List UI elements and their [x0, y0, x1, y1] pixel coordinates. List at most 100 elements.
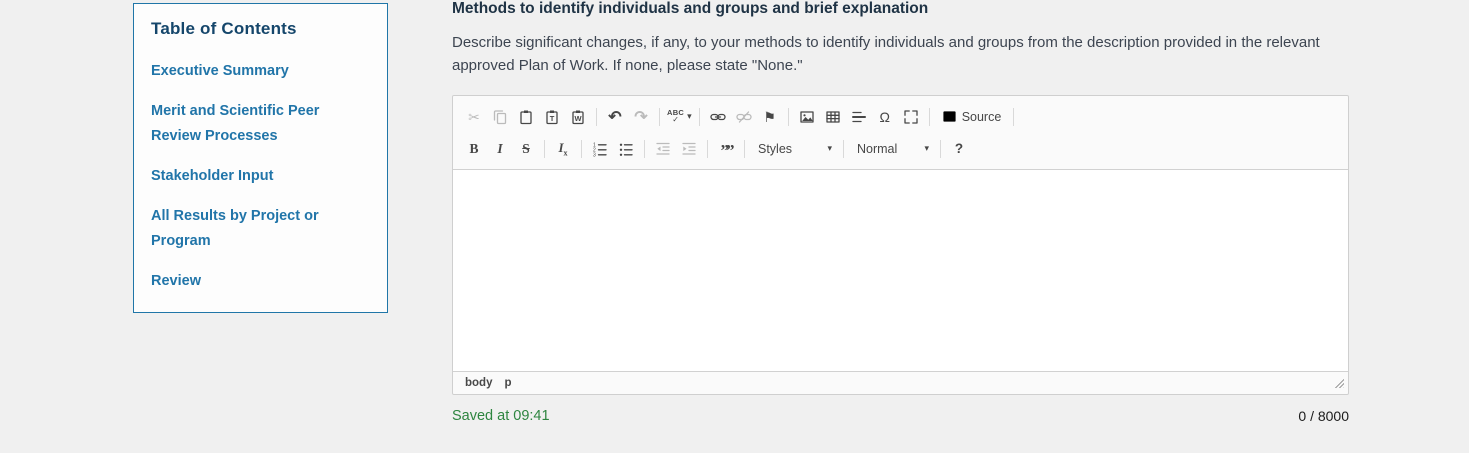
italic-button[interactable]: I [487, 137, 513, 161]
toolbar-separator [659, 108, 660, 126]
svg-text:T: T [550, 114, 555, 123]
chevron-down-icon: ▾ [924, 143, 929, 154]
blockquote-icon: ”” [721, 140, 732, 156]
paragraph-format-dropdown[interactable]: Normal ▾ [849, 137, 935, 161]
paste-plain-text-button[interactable]: T [539, 105, 565, 129]
toolbar-separator [788, 108, 789, 126]
redo-button[interactable]: ↷ [628, 105, 654, 129]
anchor-flag-icon: ⚑ [763, 110, 776, 124]
strikethrough-icon: S [522, 141, 530, 157]
autosave-status: Saved at 09:41 [452, 408, 550, 424]
elements-path-body[interactable]: body [465, 377, 492, 389]
editor-footer: body p [453, 371, 1348, 394]
paragraph-format-label: Normal [857, 142, 897, 156]
toolbar-separator [544, 140, 545, 158]
numbered-list-button[interactable]: 123 [587, 137, 613, 161]
rich-text-editor: ✂ T W ↶ ↷ ABC ✓ ▾ [452, 95, 1349, 395]
cut-icon: ✂ [468, 110, 480, 124]
maximize-button[interactable] [898, 105, 924, 129]
bold-button[interactable]: B [461, 137, 487, 161]
cut-button[interactable]: ✂ [461, 105, 487, 129]
toolbar-separator [940, 140, 941, 158]
spellcheck-icon: ABC ✓ [667, 109, 684, 124]
table-icon [825, 109, 841, 125]
remove-format-button[interactable]: Ix [550, 137, 576, 161]
unlink-button[interactable] [731, 105, 757, 129]
toolbar-separator [843, 140, 844, 158]
question-heading: Methods to identify individuals and grou… [452, 0, 1349, 18]
horizontal-rule-icon [851, 109, 867, 125]
editor-content-area[interactable] [453, 170, 1348, 371]
copy-icon [492, 109, 508, 125]
character-counter: 0 / 8000 [1298, 408, 1349, 424]
toc-link-merit-peer-review[interactable]: Merit and Scientific Peer Review Process… [151, 99, 370, 148]
redo-icon: ↷ [634, 107, 647, 127]
editor-help-button[interactable]: ? [946, 137, 972, 161]
toc-link-stakeholder-input[interactable]: Stakeholder Input [151, 164, 370, 188]
source-button[interactable]: Source [935, 105, 1009, 129]
copy-button[interactable] [487, 105, 513, 129]
link-icon [710, 109, 726, 125]
unlink-icon [736, 109, 752, 125]
question-mark-icon: ? [955, 141, 963, 156]
status-row: Saved at 09:41 0 / 8000 [452, 408, 1349, 424]
paste-plain-text-icon: T [544, 109, 560, 125]
link-button[interactable] [705, 105, 731, 129]
toolbar-separator [644, 140, 645, 158]
paste-icon [518, 109, 534, 125]
paste-from-word-button[interactable]: W [565, 105, 591, 129]
maximize-icon [903, 109, 919, 125]
bold-icon: B [469, 141, 478, 157]
resize-handle[interactable] [1333, 377, 1344, 388]
svg-text:W: W [574, 114, 582, 123]
toc-link-review[interactable]: Review [151, 269, 370, 293]
strikethrough-button[interactable]: S [513, 137, 539, 161]
paste-button[interactable] [513, 105, 539, 129]
toc-title: Table of Contents [151, 19, 370, 39]
chevron-down-icon: ▾ [687, 111, 692, 122]
paste-from-word-icon: W [570, 109, 586, 125]
toolbar-separator [929, 108, 930, 126]
question-description: Describe significant changes, if any, to… [452, 31, 1334, 78]
svg-text:3: 3 [593, 152, 596, 156]
styles-dropdown-label: Styles [758, 142, 792, 156]
spellcheck-button[interactable]: ABC ✓ ▾ [665, 105, 694, 129]
insert-table-button[interactable] [820, 105, 846, 129]
remove-format-icon: Ix [558, 140, 567, 158]
toolbar-separator [581, 140, 582, 158]
special-character-button[interactable]: Ω [872, 105, 898, 129]
editor-toolbar-row-1: ✂ T W ↶ ↷ ABC ✓ ▾ [461, 101, 1340, 133]
toc-link-executive-summary[interactable]: Executive Summary [151, 59, 370, 83]
main-content: Methods to identify individuals and grou… [452, 0, 1349, 424]
toc-link-all-results[interactable]: All Results by Project or Program [151, 204, 370, 253]
undo-button[interactable]: ↶ [602, 105, 628, 129]
bulleted-list-button[interactable] [613, 137, 639, 161]
toolbar-separator [744, 140, 745, 158]
bulleted-list-icon [618, 141, 634, 157]
editor-toolbar: ✂ T W ↶ ↷ ABC ✓ ▾ [453, 96, 1348, 170]
decrease-indent-button[interactable] [650, 137, 676, 161]
italic-icon: I [497, 141, 502, 157]
toolbar-separator [596, 108, 597, 126]
anchor-button[interactable]: ⚑ [757, 105, 783, 129]
elements-path-p[interactable]: p [504, 377, 511, 389]
toolbar-separator [1013, 108, 1014, 126]
insert-image-button[interactable] [794, 105, 820, 129]
editor-toolbar-row-2: B I S Ix 123 ”” Styles ▾ [461, 133, 1340, 165]
increase-indent-button[interactable] [676, 137, 702, 161]
source-code-icon [942, 109, 957, 124]
increase-indent-icon [681, 141, 697, 157]
source-button-label: Source [962, 110, 1002, 124]
numbered-list-icon: 123 [592, 141, 608, 157]
chevron-down-icon: ▾ [827, 143, 832, 154]
omega-icon: Ω [879, 110, 889, 124]
horizontal-rule-button[interactable] [846, 105, 872, 129]
undo-icon: ↶ [608, 107, 621, 127]
decrease-indent-icon [655, 141, 671, 157]
styles-dropdown[interactable]: Styles ▾ [750, 137, 838, 161]
table-of-contents: Table of Contents Executive Summary Meri… [133, 3, 388, 313]
toolbar-separator [699, 108, 700, 126]
toolbar-separator [707, 140, 708, 158]
blockquote-button[interactable]: ”” [713, 137, 739, 161]
image-icon [799, 109, 815, 125]
